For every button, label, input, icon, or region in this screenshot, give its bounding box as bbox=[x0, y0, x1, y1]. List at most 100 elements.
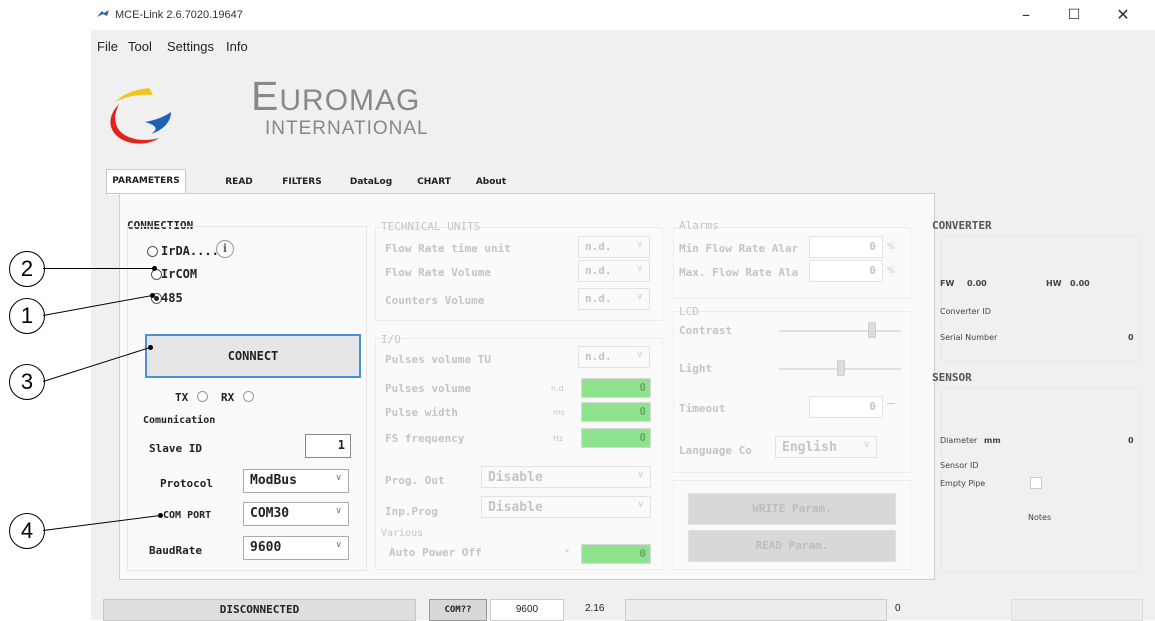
io-title: I/O bbox=[381, 333, 401, 346]
logo-title: EUROMAG bbox=[251, 73, 421, 119]
lcd-title: LCD bbox=[679, 305, 699, 318]
radio-ircom-label: IrCOM bbox=[161, 267, 198, 281]
contrast-slider-thumb[interactable] bbox=[867, 322, 876, 338]
various-title: Various bbox=[381, 528, 424, 539]
tab-chart[interactable]: CHART bbox=[412, 171, 456, 193]
inp-prog-label: Inp.Prog bbox=[385, 505, 438, 518]
prog-out-select[interactable]: Disable ∨ bbox=[481, 466, 651, 488]
inp-prog-select[interactable]: Disable ∨ bbox=[481, 496, 651, 518]
pulses-volume-tu-select[interactable]: n.d. ∨ bbox=[578, 346, 650, 368]
slave-id-input[interactable]: 1 bbox=[305, 434, 351, 458]
radio-485-label: 485 bbox=[161, 291, 183, 305]
callout-3-dot bbox=[148, 345, 153, 350]
window-title: MCE-Link 2.6.7020.19647 bbox=[115, 9, 243, 21]
max-flow-alarm-label: Max. Flow Rate Ala bbox=[679, 266, 799, 279]
close-button[interactable]: ✕ bbox=[1103, 4, 1143, 26]
counters-volume-select[interactable]: n.d. ∨ bbox=[578, 288, 650, 310]
hw-value: 0.00 bbox=[1070, 279, 1090, 288]
menu-info[interactable]: Info bbox=[226, 39, 248, 54]
connect-button[interactable]: CONNECT bbox=[145, 334, 361, 378]
hw-label: HW bbox=[1046, 279, 1062, 288]
menu-tool[interactable]: Tool bbox=[128, 39, 152, 54]
fs-frequency-label: FS frequency bbox=[385, 432, 465, 445]
menu-settings[interactable]: Settings bbox=[167, 39, 214, 54]
tab-parameters[interactable]: PARAMETERS bbox=[106, 169, 186, 195]
auto-power-off-input[interactable]: 0 bbox=[581, 544, 651, 564]
status-extra-panel bbox=[1011, 599, 1143, 621]
tab-filters[interactable]: FILTERS bbox=[273, 171, 331, 193]
com-port-select[interactable]: COM30 ∨ bbox=[243, 502, 349, 526]
minimize-button[interactable]: – bbox=[1006, 4, 1046, 26]
tab-datalog[interactable]: DataLog bbox=[345, 171, 397, 193]
pulses-volume-input[interactable]: 0 bbox=[581, 378, 651, 398]
diameter-label: Diameter bbox=[940, 436, 978, 445]
min-flow-alarm-input[interactable]: 0 bbox=[809, 236, 883, 258]
info-icon[interactable]: i bbox=[216, 240, 234, 258]
light-label: Light bbox=[679, 362, 713, 375]
language-label: Language Co bbox=[679, 444, 752, 457]
sensor-id-label: Sensor ID bbox=[940, 461, 979, 470]
status-baud: 9600 bbox=[490, 599, 564, 621]
fs-frequency-input[interactable]: 0 bbox=[581, 428, 651, 448]
chevron-down-icon: ∨ bbox=[335, 506, 342, 516]
contrast-label: Contrast bbox=[679, 324, 732, 337]
callout-2-dot bbox=[152, 266, 157, 271]
empty-pipe-checkbox[interactable] bbox=[1030, 477, 1042, 489]
title-bar: MCE-Link 2.6.7020.19647 – ☐ ✕ bbox=[91, 0, 1155, 30]
fs-frequency-unit: Hz bbox=[553, 434, 564, 443]
tab-read[interactable]: READ bbox=[219, 171, 259, 193]
timeout-input[interactable]: 0 bbox=[809, 396, 883, 418]
timeout-label: Timeout bbox=[679, 402, 726, 415]
pulse-width-unit: ms bbox=[553, 408, 565, 417]
serial-number-label: Serial Number bbox=[940, 333, 998, 342]
callout-2-leader bbox=[43, 268, 156, 269]
converter-group bbox=[941, 236, 1141, 362]
light-slider-thumb[interactable] bbox=[837, 360, 845, 376]
flow-rate-time-unit-select[interactable]: n.d. ∨ bbox=[578, 236, 650, 258]
empty-pipe-label: Empty Pipe bbox=[940, 479, 986, 488]
pulse-width-label: Pulse width bbox=[385, 406, 458, 419]
auto-power-off-label: Auto Power Off bbox=[389, 546, 482, 559]
callout-4: 4 bbox=[9, 513, 45, 549]
flow-rate-volume-label: Flow Rate Volume bbox=[385, 266, 491, 279]
status-port: COM?? bbox=[429, 599, 487, 621]
callout-4-dot bbox=[158, 513, 163, 518]
write-param-button[interactable]: WRITE Param. bbox=[688, 493, 896, 525]
protocol-label: Protocol bbox=[160, 477, 213, 490]
max-flow-alarm-unit: % bbox=[887, 266, 895, 275]
tx-indicator bbox=[197, 391, 208, 402]
language-select[interactable]: English ∨ bbox=[775, 436, 877, 458]
flow-rate-volume-select[interactable]: n.d. ∨ bbox=[578, 260, 650, 282]
maximize-button[interactable]: ☐ bbox=[1054, 4, 1094, 26]
radio-irda-label: IrDA.... bbox=[161, 244, 219, 258]
callout-1: 1 bbox=[9, 298, 45, 334]
status-version: 2.16 bbox=[585, 603, 605, 614]
communication-title: Comunication bbox=[143, 415, 216, 426]
radio-irda[interactable] bbox=[147, 246, 158, 257]
diameter-value: 0 bbox=[1128, 436, 1134, 445]
baudrate-label: BaudRate bbox=[149, 544, 202, 557]
menu-file[interactable]: File bbox=[97, 39, 118, 54]
contrast-slider[interactable] bbox=[779, 330, 901, 332]
menu-bar: File Tool Settings Info bbox=[91, 30, 1155, 54]
tab-about[interactable]: About bbox=[467, 171, 515, 193]
tx-label: TX bbox=[175, 391, 189, 404]
logo-subtitle: INTERNATIONAL bbox=[265, 118, 429, 139]
fw-label: FW bbox=[940, 279, 955, 288]
fw-value: 0.00 bbox=[967, 279, 987, 288]
alarms-title: Alarms bbox=[679, 219, 719, 232]
diameter-unit: mm bbox=[984, 436, 1001, 445]
read-param-button[interactable]: READ Param. bbox=[688, 530, 896, 562]
protocol-select[interactable]: ModBus ∨ bbox=[243, 469, 349, 493]
min-flow-alarm-unit: % bbox=[887, 242, 895, 251]
pulse-width-input[interactable]: 0 bbox=[581, 402, 651, 422]
baudrate-select[interactable]: 9600 ∨ bbox=[243, 536, 349, 560]
technical-units-title: TECHNICAL UNITS bbox=[381, 220, 481, 233]
counters-volume-label: Counters Volume bbox=[385, 294, 485, 307]
min-flow-alarm-label: Min Flow Rate Alar bbox=[679, 242, 799, 255]
max-flow-alarm-input[interactable]: 0 bbox=[809, 260, 883, 282]
app-icon bbox=[97, 10, 109, 17]
rx-label: RX bbox=[221, 391, 235, 404]
flow-rate-time-unit-label: Flow Rate time unit bbox=[385, 242, 511, 255]
converter-title: CONVERTER bbox=[932, 219, 992, 232]
